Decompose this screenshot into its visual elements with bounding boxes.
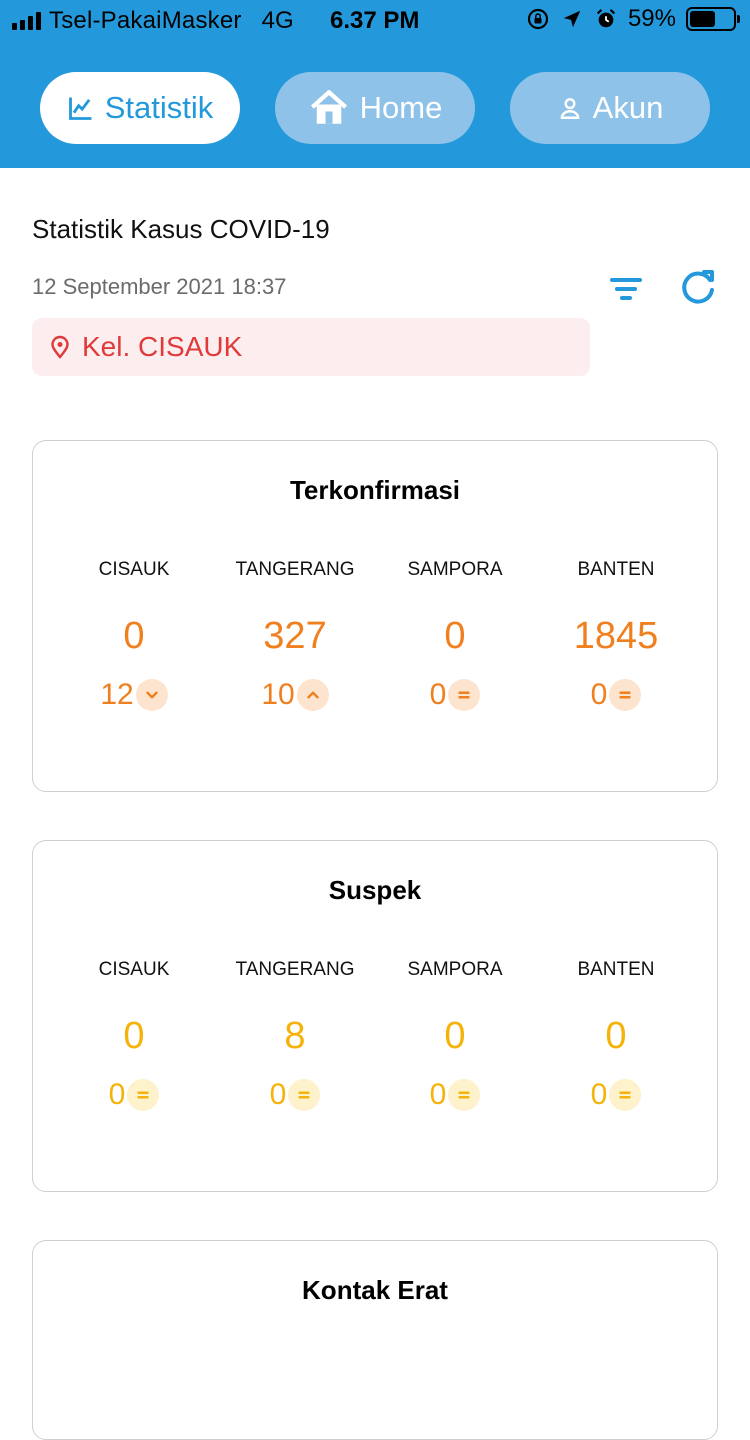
home-icon [310, 90, 347, 124]
case-delta: 0 [531, 678, 701, 712]
battery-percent: 59% [627, 5, 676, 32]
case-value: 0 [444, 1015, 466, 1057]
case-value: 0 [123, 1015, 145, 1057]
region-label: SAMPORA [407, 959, 503, 980]
rotation-lock-icon [526, 7, 550, 31]
stat-column: CISAUK 0 0 [49, 959, 219, 1112]
case-delta: 12 [49, 678, 219, 712]
location-badge[interactable]: Kel. CISAUK [32, 318, 590, 376]
carrier-name: Tsel-PakaiMasker [49, 7, 242, 34]
region-label: CISAUK [98, 959, 170, 980]
tab-akun-label: Akun [592, 90, 664, 125]
region-label: CISAUK [98, 559, 170, 580]
equal-icon [609, 1079, 642, 1111]
page-title: Statistik Kasus COVID-19 [32, 214, 330, 244]
case-delta: 0 [210, 1078, 380, 1112]
stat-column: SAMPORA 0 0 [370, 559, 540, 712]
filter-button[interactable] [606, 270, 646, 310]
delta-value: 10 [261, 678, 295, 711]
tab-akun[interactable]: Akun [510, 72, 710, 144]
refresh-button[interactable] [676, 266, 720, 310]
delta-value: 12 [100, 678, 134, 711]
case-value: 0 [123, 615, 145, 657]
tab-home[interactable]: Home [275, 72, 475, 144]
battery-fill [690, 11, 715, 27]
equal-icon [448, 679, 481, 711]
stat-card-kontak-erat: Kontak Erat [32, 1240, 718, 1440]
network-type: 4G [261, 7, 294, 34]
stat-column: SAMPORA 0 0 [370, 959, 540, 1112]
stat-column: BANTEN 1845 0 [531, 559, 701, 712]
status-left: Tsel-PakaiMasker 4G [12, 7, 294, 35]
case-delta: 0 [49, 1078, 219, 1112]
stat-column: TANGERANG 8 0 [210, 959, 380, 1112]
signal-icon [12, 12, 41, 30]
delta-value: 0 [108, 1078, 126, 1111]
chevron-down-icon [135, 679, 168, 711]
stat-column: TANGERANG 327 10 [210, 559, 380, 712]
stat-column: CISAUK 0 12 [49, 559, 219, 712]
stat-column: BANTEN 0 0 [531, 959, 701, 1112]
map-pin-icon [51, 335, 69, 359]
case-delta: 0 [531, 1078, 701, 1112]
card-title: Terkonfirmasi [289, 475, 460, 505]
card-title: Suspek [328, 875, 422, 905]
case-value: 8 [284, 1015, 306, 1057]
tab-home-label: Home [359, 90, 443, 125]
equal-icon [288, 1079, 321, 1111]
alarm-icon [594, 7, 618, 31]
stat-card-terkonfirmasi: Terkonfirmasi CISAUK 0 12 TANGERANG 327 … [32, 440, 718, 792]
chart-icon [68, 97, 92, 120]
equal-icon [609, 679, 642, 711]
location-arrow-icon [560, 7, 584, 31]
region-label: TANGERANG [235, 559, 355, 580]
filter-icon [610, 278, 642, 300]
case-value: 0 [605, 1015, 627, 1057]
case-value: 1845 [573, 615, 659, 657]
delta-value: 0 [590, 1078, 608, 1111]
region-label: BANTEN [577, 959, 655, 980]
refresh-icon [682, 270, 714, 304]
equal-icon [448, 1079, 481, 1111]
stat-card-suspek: Suspek CISAUK 0 0 TANGERANG 8 0 SAMPORA … [32, 840, 718, 1192]
equal-icon [127, 1079, 160, 1111]
tab-statistik-label: Statistik [104, 90, 214, 125]
delta-value: 0 [429, 1078, 447, 1111]
case-delta: 10 [210, 678, 380, 712]
app-header: Tsel-PakaiMasker 4G 6.37 PM 59% Statisti… [0, 0, 750, 168]
card-title: Kontak Erat [302, 1275, 448, 1305]
case-value: 0 [444, 615, 466, 657]
case-delta: 0 [370, 678, 540, 712]
delta-value: 0 [429, 678, 447, 711]
user-icon [560, 98, 579, 119]
status-right: 59% [526, 5, 740, 33]
case-delta: 0 [370, 1078, 540, 1112]
region-label: BANTEN [577, 559, 655, 580]
battery-icon [686, 7, 740, 31]
delta-value: 0 [590, 678, 608, 711]
case-value: 327 [263, 615, 327, 657]
chevron-up-icon [296, 679, 329, 711]
location-name: Kel. CISAUK [82, 331, 243, 362]
status-bar: Tsel-PakaiMasker 4G 6.37 PM 59% [0, 0, 750, 40]
delta-value: 0 [269, 1078, 287, 1111]
status-time: 6.37 PM [330, 7, 420, 34]
region-label: TANGERANG [235, 959, 355, 980]
tab-statistik[interactable]: Statistik [40, 72, 240, 144]
region-label: SAMPORA [407, 559, 503, 580]
last-updated-date: 12 September 2021 18:37 [32, 274, 287, 299]
